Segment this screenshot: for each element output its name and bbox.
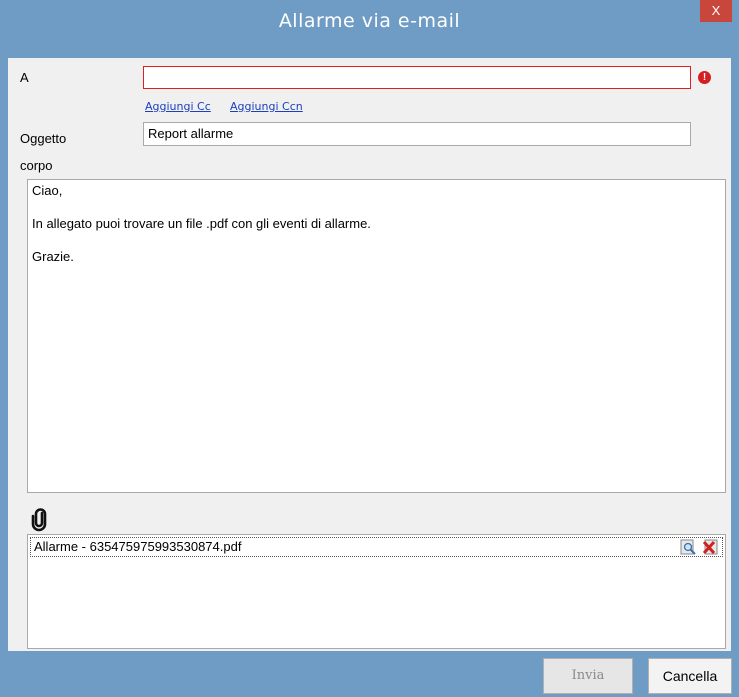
to-input[interactable]	[143, 66, 691, 89]
body-textarea[interactable]: Ciao, In allegato puoi trovare un file .…	[27, 179, 726, 493]
attachment-filename: Allarme - 635475975993530874.pdf	[34, 539, 242, 554]
attachment-list: Allarme - 635475975993530874.pdf	[27, 534, 726, 649]
subject-input[interactable]: Report allarme	[143, 122, 691, 146]
add-cc-link[interactable]: Aggiungi Cc	[145, 100, 211, 113]
to-label: A	[20, 70, 29, 85]
body-label: corpo	[20, 158, 53, 173]
close-button[interactable]: X	[700, 0, 732, 22]
send-button[interactable]: Invia	[543, 658, 633, 694]
cancel-button[interactable]: Cancella	[648, 658, 732, 694]
body-line: Ciao,	[32, 183, 63, 198]
dialog-title: Allarme via e-mail	[278, 10, 461, 32]
delete-icon[interactable]	[702, 539, 720, 555]
dialog-content: A ! Aggiungi Cc Aggiungi Ccn Oggetto Rep…	[8, 58, 731, 651]
error-icon: !	[698, 71, 711, 84]
body-line: In allegato puoi trovare un file .pdf co…	[32, 216, 371, 231]
attachment-item[interactable]: Allarme - 635475975993530874.pdf	[30, 537, 723, 557]
email-alarm-dialog: Allarme via e-mail X A ! Aggiungi Cc Agg…	[0, 0, 739, 697]
preview-icon[interactable]	[680, 539, 698, 555]
add-ccn-link[interactable]: Aggiungi Ccn	[230, 100, 303, 113]
attachment-actions	[680, 539, 720, 555]
subject-label: Oggetto	[20, 131, 67, 146]
body-line: Grazie.	[32, 249, 74, 264]
title-bar: Allarme via e-mail X	[0, 0, 739, 42]
paperclip-icon	[31, 508, 47, 532]
